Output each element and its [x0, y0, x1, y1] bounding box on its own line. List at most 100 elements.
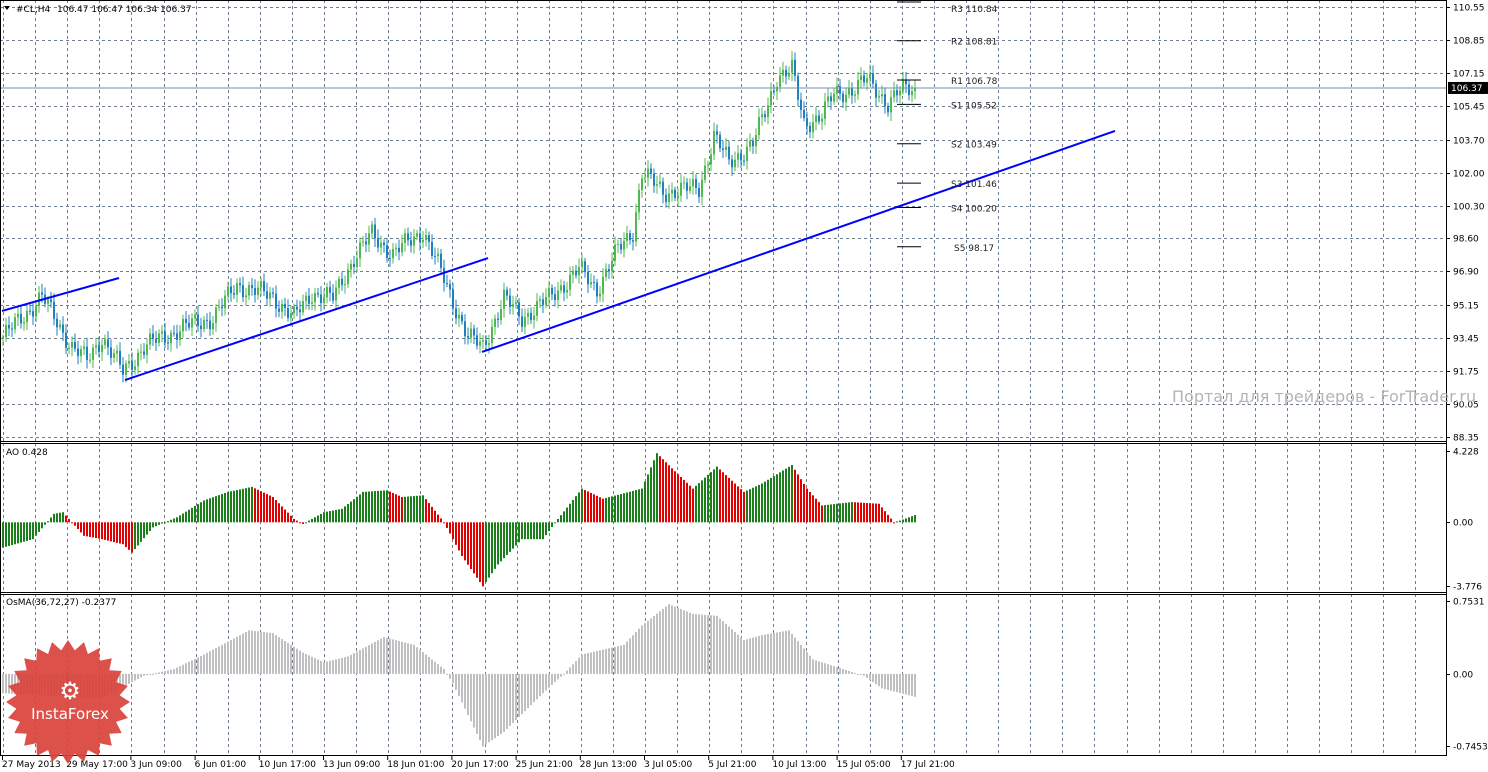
candle-body — [41, 292, 43, 295]
ao-bar — [302, 522, 304, 524]
candle-body — [701, 179, 703, 197]
osma-bar — [590, 652, 592, 674]
candle-body — [761, 114, 763, 118]
osma-bar — [482, 673, 484, 747]
ao-bar — [377, 490, 379, 523]
ao-bar — [284, 509, 286, 523]
candle-body — [524, 316, 526, 327]
candle-body — [509, 295, 511, 307]
ao-bar — [8, 522, 10, 546]
osma-bar — [464, 673, 466, 709]
ao-bar — [104, 522, 106, 540]
osma-bar — [125, 673, 127, 686]
candle-body — [464, 321, 466, 337]
chart-menu-icon[interactable] — [4, 6, 10, 10]
ao-bar — [788, 466, 790, 523]
ao-bar — [461, 522, 463, 557]
candle-body — [374, 224, 376, 239]
osma-bar — [260, 631, 262, 674]
candle-body — [125, 363, 127, 375]
candle-body — [323, 297, 325, 304]
osma-bar — [194, 658, 196, 674]
candle-body — [626, 233, 628, 241]
candle-body — [623, 240, 625, 250]
osma-bar — [410, 644, 412, 674]
candle-body — [602, 276, 604, 294]
ao-bar — [59, 512, 61, 523]
ao-bar — [344, 506, 346, 523]
osma-bar — [884, 673, 886, 690]
osma-bar — [539, 673, 541, 697]
ao-bar — [11, 522, 13, 546]
ao-bar — [203, 500, 205, 523]
ao-bar — [263, 492, 265, 523]
ao-bar — [791, 464, 793, 523]
osma-bar — [362, 648, 364, 674]
osma-bar — [515, 673, 517, 721]
ao-bar — [707, 474, 709, 523]
candle-body — [716, 131, 718, 135]
candle-body — [641, 178, 643, 190]
candle-body — [434, 255, 436, 257]
osma-bar — [710, 615, 712, 674]
osma-bar — [449, 673, 451, 679]
ao-bar — [218, 495, 220, 523]
ao-bar — [380, 490, 382, 523]
ao-bar — [716, 466, 718, 523]
candle-body — [764, 114, 766, 118]
candle-body — [284, 303, 286, 309]
candle-body — [731, 159, 733, 168]
ao-bar — [785, 468, 787, 523]
candle-body — [572, 270, 574, 275]
osma-bar — [770, 633, 772, 674]
candle-body — [527, 312, 529, 317]
osma-bar — [578, 657, 580, 674]
candle-body — [458, 315, 460, 319]
osma-bar — [833, 666, 835, 674]
ao-bar — [854, 502, 856, 523]
osma-bar — [872, 673, 874, 683]
ao-bar — [758, 484, 760, 523]
ao-bar — [767, 479, 769, 523]
ao-bar — [491, 522, 493, 574]
x-tick-label: 28 Jun 13:00 — [580, 760, 637, 770]
ao-bar — [773, 476, 775, 523]
candle-body — [587, 271, 589, 285]
osma-bar — [794, 637, 796, 674]
watermark: Портал для трейдеров - ForTrader.ru — [1172, 387, 1476, 406]
candle-body — [500, 308, 502, 321]
candle-body — [449, 284, 451, 290]
candle-body — [470, 328, 472, 338]
candle-body — [845, 94, 847, 103]
candle-body — [446, 282, 448, 285]
ao-bar — [452, 522, 454, 540]
ao-bar — [803, 483, 805, 523]
ao-bar — [131, 522, 133, 553]
osma-bar — [374, 641, 376, 674]
candle-body — [5, 324, 7, 338]
candle-body — [206, 319, 208, 321]
osma-bar — [401, 641, 403, 674]
ao-bar — [197, 504, 199, 523]
ao-bar — [641, 488, 643, 523]
osma-bar — [869, 673, 871, 681]
ohlc-label: 106.47 106.47 106.34 106.37 — [57, 5, 192, 15]
osma-bar — [296, 648, 298, 674]
ao-bar — [152, 522, 154, 528]
candle-body — [671, 189, 673, 194]
candle-body — [707, 164, 709, 166]
osma-bar — [593, 651, 595, 674]
ao-bar — [782, 470, 784, 523]
trading-chart[interactable]: R3 110.84 R2 108.81 R1 106.78 S1 105.52 S2 1… — [0, 0, 1488, 772]
ao-bar — [530, 522, 532, 540]
osma-bar — [911, 673, 913, 697]
ao-bar — [806, 488, 808, 523]
ao-bar — [374, 491, 376, 523]
osma-bar — [527, 673, 529, 709]
ao-bar — [698, 483, 700, 523]
ao-bar — [719, 469, 721, 523]
x-tick-label: 15 Jul 05:00 — [837, 760, 891, 770]
ao-bar — [659, 456, 661, 523]
osma-bar — [236, 636, 238, 674]
ao-bar — [2, 522, 4, 548]
